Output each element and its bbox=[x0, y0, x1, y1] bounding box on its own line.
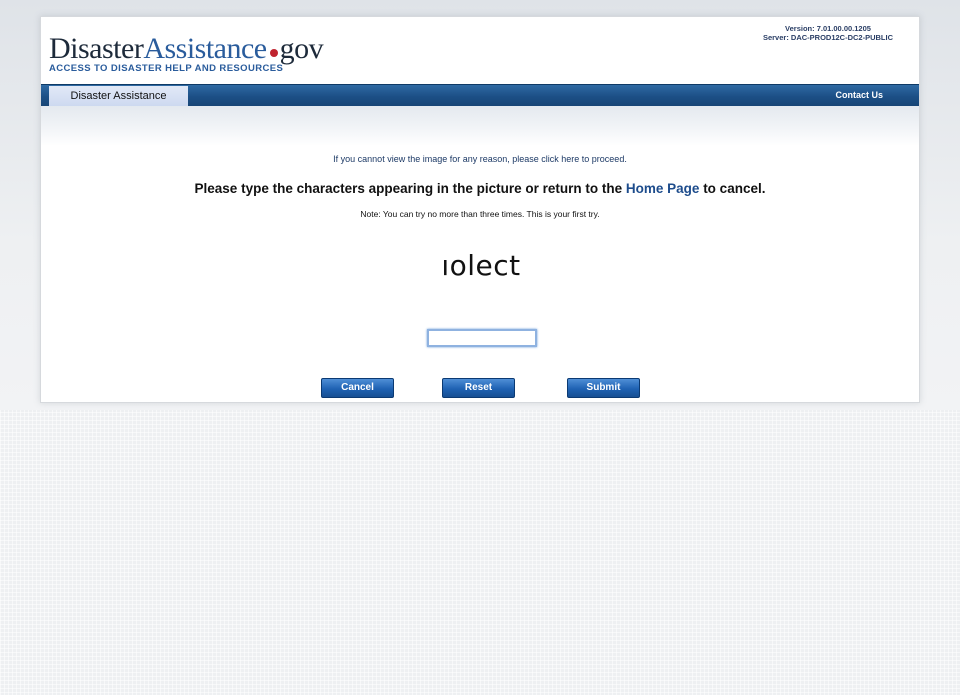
page-heading: Please type the characters appearing in … bbox=[41, 181, 919, 196]
logo-dot-icon bbox=[269, 49, 278, 58]
cancel-button[interactable]: Cancel bbox=[321, 378, 394, 398]
captcha-image: ıolect bbox=[441, 249, 521, 282]
logo-word-disaster: Disaster bbox=[49, 32, 144, 65]
logo-word-gov: gov bbox=[279, 32, 324, 65]
logo-wordmark: DisasterAssistance gov bbox=[49, 33, 349, 65]
logo-word-assistance: Assistance bbox=[143, 32, 267, 65]
attempts-note: Note: You can try no more than three tim… bbox=[360, 209, 600, 219]
nav-tab-disaster-assistance[interactable]: Disaster Assistance bbox=[49, 86, 188, 106]
version-info: Version: 7.01.00.00.1205 Server: DAC-PRO… bbox=[763, 24, 893, 42]
subnav-band bbox=[41, 106, 919, 146]
site-logo[interactable]: DisasterAssistance gov ACCESS TO DISASTER… bbox=[49, 33, 349, 77]
submit-button[interactable]: Submit bbox=[567, 378, 640, 398]
captcha-input[interactable] bbox=[427, 329, 537, 347]
main-nav: Disaster Assistance Contact Us bbox=[41, 84, 919, 106]
site-header: DisasterAssistance gov ACCESS TO DISASTER… bbox=[41, 17, 919, 83]
heading-prefix: Please type the characters appearing in … bbox=[194, 181, 626, 196]
home-page-link[interactable]: Home Page bbox=[626, 181, 700, 196]
server-text: Server: DAC-PROD12C-DC2-PUBLIC bbox=[762, 33, 893, 42]
contact-us-link[interactable]: Contact Us bbox=[835, 85, 883, 106]
version-text: Version: 7.01.00.00.1205 bbox=[785, 24, 871, 33]
proceed-link[interactable]: If you cannot view the image for any rea… bbox=[41, 154, 919, 164]
heading-suffix: to cancel. bbox=[699, 181, 766, 196]
reset-button[interactable]: Reset bbox=[442, 378, 515, 398]
page-container: DisasterAssistance gov ACCESS TO DISASTER… bbox=[40, 16, 920, 403]
